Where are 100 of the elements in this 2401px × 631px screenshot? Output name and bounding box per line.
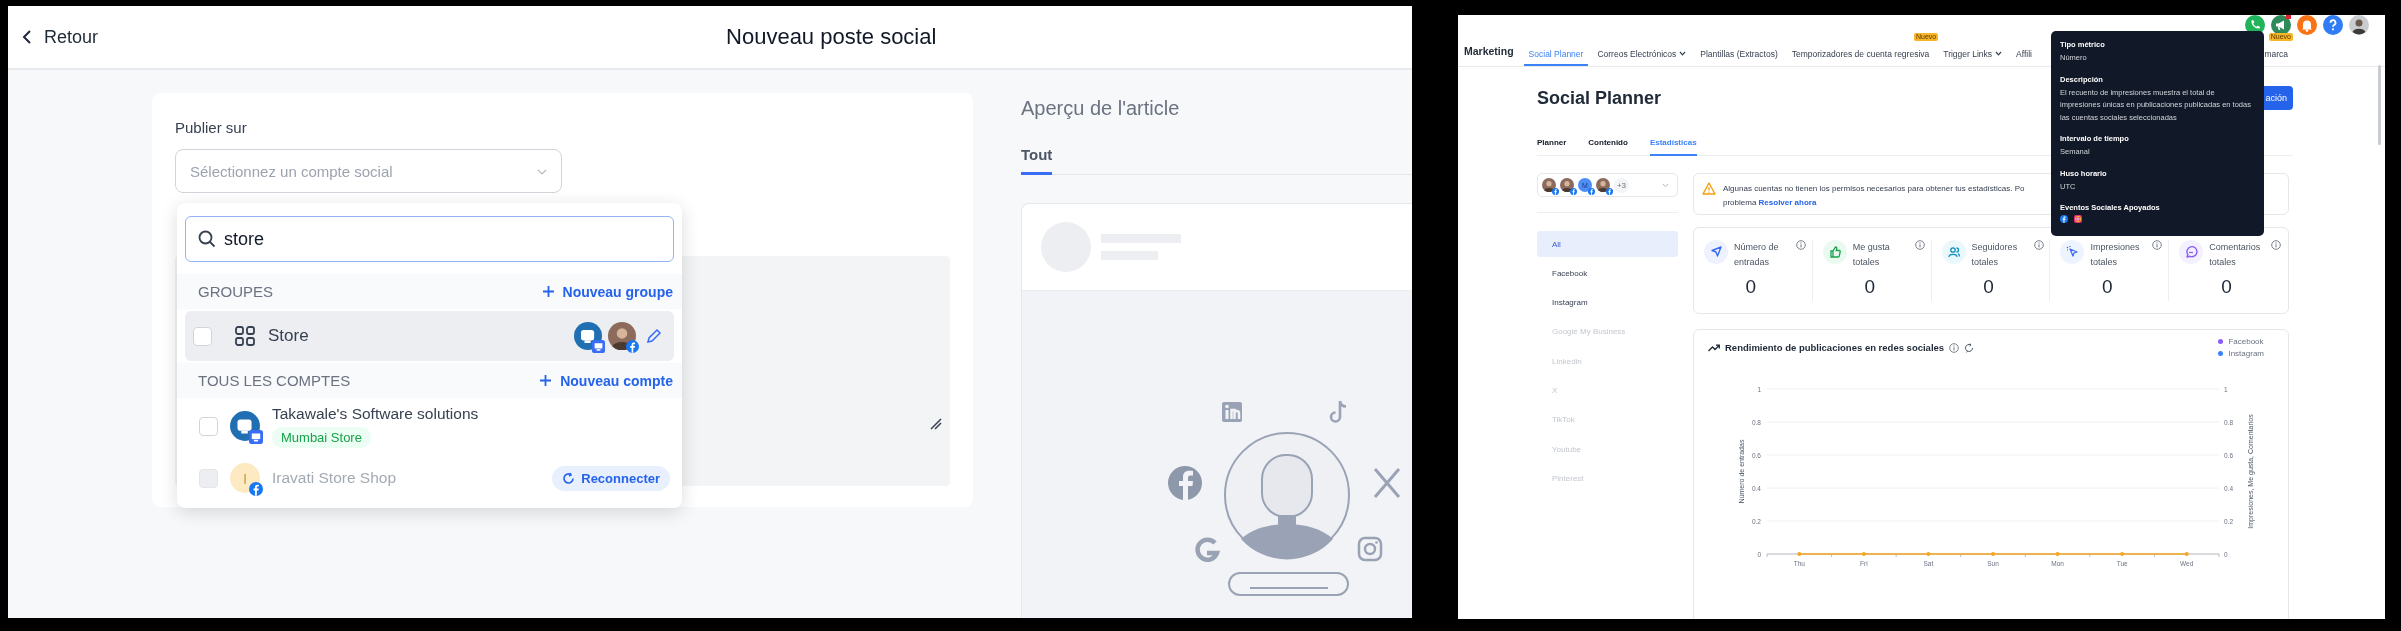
platform-item[interactable]: Facebook: [1537, 260, 1678, 287]
stat-value: 0: [1863, 276, 1876, 298]
account-name: Takawale's Software solutions: [272, 404, 479, 423]
data-point: [2120, 552, 2125, 556]
stat-value: 0: [2101, 276, 2114, 298]
avatar: [1560, 178, 1574, 192]
section-heading: TOUS LES COMPTES: [198, 372, 351, 389]
info-icon[interactable]: [2271, 240, 2282, 250]
user-avatar-icon[interactable]: [2349, 15, 2369, 35]
thumbs-up-icon: [1822, 240, 1847, 264]
stat-value: 0: [1744, 276, 1758, 298]
search-icon: [198, 230, 216, 248]
tab[interactable]: Contenido: [1588, 138, 1628, 156]
info-icon[interactable]: [2033, 240, 2044, 250]
instagram-icon: [1357, 536, 1383, 562]
plus-icon: [539, 374, 553, 387]
facebook-icon: [1606, 188, 1613, 195]
tiktok-icon: [1329, 399, 1348, 423]
data-point: [1926, 552, 1931, 556]
linkedin-icon: [1222, 402, 1242, 422]
data-point: [1797, 552, 1802, 556]
resolve-link[interactable]: Resolver ahora: [1758, 198, 1817, 207]
facebook-icon: [2060, 215, 2068, 223]
info-icon[interactable]: [1914, 240, 1925, 250]
tab[interactable]: Planner: [1537, 138, 1567, 156]
edit-icon[interactable]: [646, 328, 662, 344]
warning-icon: [1702, 182, 1716, 195]
section-heading: GROUPES: [198, 283, 273, 300]
platform-item[interactable]: Instagram: [1537, 289, 1678, 316]
facebook-icon: [1588, 188, 1595, 195]
bell-icon[interactable]: [2297, 15, 2317, 35]
nav-tab[interactable]: Social Planner: [1523, 46, 1589, 66]
group-row[interactable]: Store: [185, 311, 674, 361]
facebook-icon: [1168, 466, 1202, 500]
people-icon: [1941, 240, 1966, 264]
resize-handle-icon: [930, 418, 942, 430]
trend-icon: [1708, 343, 1720, 352]
info-icon[interactable]: [2152, 240, 2163, 250]
data-point: [1991, 552, 1995, 556]
account-name: Iravati Store Shop: [272, 469, 397, 487]
help-icon[interactable]: [2323, 15, 2343, 35]
nav-tab[interactable]: Trigger Links: [1938, 46, 2008, 66]
refresh-icon: [562, 471, 576, 485]
stat-label: Seguidores totales: [1971, 241, 2019, 269]
stat-label: Me gusta totales: [1852, 241, 1891, 269]
page-icon: [592, 340, 605, 353]
more-count: +3: [1614, 177, 1629, 193]
facebook-icon: [1552, 188, 1559, 195]
chevron-down-icon: [1662, 182, 1669, 188]
chevron-down-icon: [537, 169, 547, 175]
avatar: [1596, 178, 1610, 192]
grid-icon: [234, 325, 256, 347]
page-title: Social Planner: [1537, 87, 1662, 109]
section-title: Marketing: [1464, 43, 1514, 59]
stat-label: Comentarios totales: [2209, 241, 2262, 269]
refresh-icon[interactable]: [1964, 342, 1975, 353]
legend-label: Instagram: [2228, 349, 2264, 358]
data-point: [2055, 552, 2060, 556]
search-field[interactable]: store: [186, 217, 673, 261]
avatar: [1542, 178, 1556, 192]
tab[interactable]: Estadísticas: [1649, 138, 1697, 156]
checkbox[interactable]: [193, 326, 212, 346]
nav-tab[interactable]: Affili: [2011, 46, 2037, 66]
alert-message: Algunas cuentas no tienen los permisos necesarios para obtener tus estadísticas. Po problema Resolver ahora: [1723, 183, 2025, 209]
group-name: Store: [268, 326, 309, 346]
info-icon[interactable]: [1949, 342, 1960, 353]
facebook-icon: [249, 482, 263, 496]
chat-icon: [2179, 240, 2204, 264]
new-group-link[interactable]: Nouveau groupe: [541, 283, 673, 300]
checkbox[interactable]: [199, 416, 218, 436]
account-select[interactable]: Sélectionnez un compte social: [176, 150, 561, 192]
data-point: [1861, 552, 1866, 556]
stat-label: Impresiones totales: [2090, 241, 2141, 269]
page-icon: [249, 430, 263, 444]
info-icon[interactable]: [1796, 240, 1806, 250]
legend-label: Facebook: [2228, 337, 2264, 346]
chevron-left-icon: [22, 29, 32, 45]
nav-tab[interactable]: Temporizadores de cuenta regresiva: [1786, 46, 1935, 66]
plus-icon: [541, 285, 555, 298]
page-title: Nouveau poste social: [726, 24, 937, 50]
tab[interactable]: Tout: [1021, 146, 1053, 175]
field-label: Publier sur: [175, 119, 248, 136]
stat-value: 0: [1982, 276, 1995, 298]
stat-value: 0: [2220, 276, 2233, 298]
platform-item[interactable]: All: [1537, 231, 1678, 257]
x-icon: [1373, 467, 1401, 499]
facebook-icon: [1570, 188, 1577, 195]
data-point: [2184, 552, 2189, 556]
account-tag: Mumbai Store: [272, 426, 371, 448]
send-icon: [1704, 240, 1728, 264]
new-account-link[interactable]: Nouveau compte: [539, 372, 673, 389]
back-button[interactable]: Retour: [22, 26, 99, 48]
google-icon: [1195, 537, 1220, 562]
nav-tab[interactable]: Plantillas (Extractos): [1695, 46, 1783, 66]
megaphone-icon[interactable]: [2271, 15, 2291, 35]
instagram-icon: [2074, 215, 2082, 223]
chart-title: Rendimiento de publicaciones en redes sociales: [1725, 342, 1945, 353]
nav-tab[interactable]: Correos Electrónicos: [1592, 46, 1692, 66]
pointer-icon: [2060, 240, 2085, 264]
facebook-icon: [626, 340, 639, 353]
